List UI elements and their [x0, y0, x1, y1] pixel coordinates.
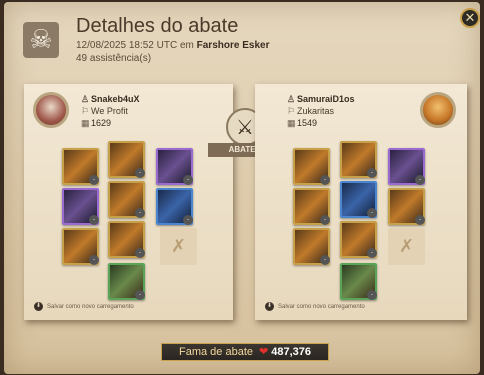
equip-slot-potion[interactable]: ·	[293, 228, 330, 265]
victim-guild[interactable]: ⚐ Zukaritas	[287, 106, 334, 117]
victim-panel: ♙ SamuraiD1os ⚐ Zukaritas ▦1549 · · · · · …	[255, 84, 467, 320]
save-icon: ⬇	[34, 302, 43, 311]
equip-slot-cape[interactable]: ·	[388, 148, 425, 185]
killer-name[interactable]: ♙ Snakeb4uX	[81, 94, 140, 105]
equip-slot-food-empty: ✗	[388, 228, 425, 265]
equip-slot-mount[interactable]: ·	[340, 263, 377, 300]
guild-icon: ⚐	[287, 106, 296, 116]
close-icon[interactable]: ✕	[460, 8, 480, 28]
empty-slot-icon: ✗	[170, 236, 187, 257]
killer-save-loadout[interactable]: ⬇ Salvar como novo carregamento	[34, 302, 134, 311]
victim-avatar	[420, 92, 456, 128]
equip-slot-bag[interactable]: ·	[62, 148, 99, 185]
equip-slot-mainhand[interactable]: ·	[293, 188, 330, 225]
kill-datetime: 12/08/2025 18:52 UTC em	[76, 40, 194, 51]
empty-slot-icon: ✗	[398, 236, 415, 257]
victim-save-loadout[interactable]: ⬇ Salvar como novo carregamento	[265, 302, 365, 311]
equip-slot-shoes[interactable]: ·	[108, 221, 145, 258]
equip-slot-cape[interactable]: ·	[156, 148, 193, 185]
helmet-icon: ♙	[287, 94, 296, 104]
equip-slot-offhand[interactable]: ·	[388, 188, 425, 225]
equip-slot-bag[interactable]: ·	[293, 148, 330, 185]
killer-avatar	[33, 92, 69, 128]
equip-slot-food-empty: ✗	[160, 228, 197, 265]
kill-meta: 12/08/2025 18:52 UTC em Farshore Esker	[76, 40, 269, 51]
equip-slot-mainhand[interactable]: ·	[62, 188, 99, 225]
equip-slot-head[interactable]: ·	[108, 141, 145, 178]
assists-count: 49 assistência(s)	[76, 53, 152, 64]
item-power-icon: ▦	[287, 118, 296, 128]
item-power-icon: ▦	[81, 118, 90, 128]
equip-slot-shoes[interactable]: ·	[340, 221, 377, 258]
save-icon: ⬇	[265, 302, 274, 311]
equip-slot-mount[interactable]: ·	[108, 263, 145, 300]
equip-slot-chest[interactable]: ·	[340, 181, 377, 218]
victim-name[interactable]: ♙ SamuraiD1os	[287, 94, 355, 105]
equip-slot-potion[interactable]: ·	[62, 228, 99, 265]
kill-location: Farshore Esker	[196, 40, 270, 51]
killer-panel: ♙ Snakeb4uX ⚐ We Profit ▦1629 · · · · · · …	[24, 84, 233, 320]
guild-icon: ⚐	[81, 106, 90, 116]
victim-item-power: ▦1549	[287, 118, 318, 128]
heart-icon: ❤	[259, 346, 269, 358]
kill-details-window: ☠ Detalhes do abate 12/08/2025 18:52 UTC…	[4, 2, 480, 374]
equip-slot-offhand[interactable]: ·	[156, 188, 193, 225]
equip-slot-chest[interactable]: ·	[108, 181, 145, 218]
equip-slot-head[interactable]: ·	[340, 141, 377, 178]
killer-item-power: ▦1629	[81, 118, 112, 128]
killer-guild[interactable]: ⚐ We Profit	[81, 106, 128, 117]
kill-fame: Fama de abate ❤ 487,376	[161, 343, 329, 361]
page-title: Detalhes do abate	[76, 15, 239, 37]
helmet-icon: ♙	[81, 94, 90, 104]
skull-icon: ☠	[23, 22, 59, 58]
